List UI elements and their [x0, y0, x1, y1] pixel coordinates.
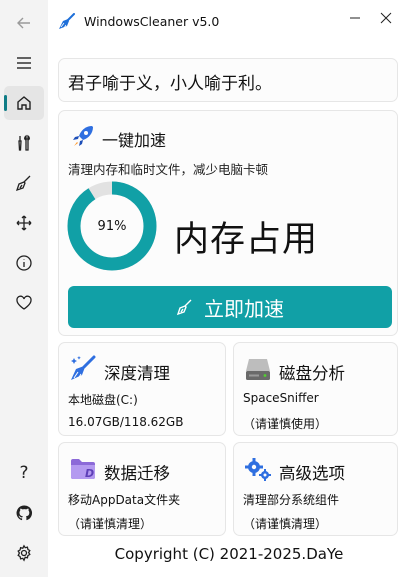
back-button[interactable] [4, 6, 44, 40]
app-title: WindowsCleaner v5.0 [84, 14, 220, 29]
disk-analysis-warning: （请谨慎使用） [243, 417, 328, 431]
deep-clean-title: 深度清理 [104, 364, 170, 383]
data-migration-title: 数据迁移 [104, 464, 170, 483]
settings-gear-icon [17, 544, 31, 562]
minimize-icon [350, 17, 360, 19]
memory-percent: 91% [97, 218, 127, 234]
move-arrows-icon [16, 215, 32, 231]
hamburger-menu-icon [17, 57, 31, 69]
data-migration-card[interactable]: D 数据迁移 移动AppData文件夹 （请谨慎清理） [58, 442, 226, 536]
app-logo-icon [59, 13, 75, 29]
nav-move[interactable] [4, 206, 44, 240]
deep-clean-drive: 本地磁盘(C:) [68, 393, 138, 407]
heart-icon [16, 295, 32, 310]
svg-text:D: D [85, 467, 94, 480]
nav-clean[interactable] [4, 166, 44, 200]
boost-title: 一键加速 [102, 131, 167, 150]
menu-toggle-button[interactable] [4, 46, 44, 80]
advanced-options-desc: 清理部分系统组件 [243, 493, 340, 507]
broom-icon [15, 175, 31, 192]
nav-tools[interactable] [4, 126, 44, 160]
advanced-options-title: 高级选项 [279, 464, 345, 483]
advanced-options-warning: （请谨慎清理） [243, 517, 328, 531]
boost-now-label: 立即加速 [204, 296, 284, 321]
quote-text: 君子喻于义，小人喻于利。 [68, 74, 272, 94]
rocket-icon [73, 126, 93, 146]
nav-info[interactable] [4, 246, 44, 280]
quote-card: 君子喻于义，小人喻于利。 [58, 58, 398, 102]
title-bar: WindowsCleaner v5.0 [48, 0, 410, 44]
nav-settings[interactable] [4, 536, 44, 570]
gears-icon [245, 458, 271, 481]
boost-now-button[interactable]: 立即加速 [68, 286, 392, 328]
data-migration-desc: 移动AppData文件夹 [68, 493, 181, 507]
github-icon [16, 505, 33, 521]
close-button[interactable] [371, 6, 401, 30]
sidebar: ? [0, 0, 48, 577]
help-icon: ? [19, 463, 29, 483]
deep-clean-broom-icon [71, 355, 96, 380]
disk-analysis-title: 磁盘分析 [279, 364, 345, 383]
disk-analysis-card[interactable]: 磁盘分析 SpaceSniffer （请谨慎使用） [233, 342, 398, 436]
nav-help[interactable]: ? [4, 456, 44, 490]
nav-favorite[interactable] [4, 286, 44, 320]
advanced-options-card[interactable]: 高级选项 清理部分系统组件 （请谨慎清理） [233, 442, 398, 536]
disk-analysis-tool: SpaceSniffer [243, 391, 319, 405]
info-icon [16, 255, 32, 271]
close-icon [380, 12, 392, 24]
tools-icon [18, 134, 30, 151]
boost-card: 一键加速 清理内存和临时文件，减少电脑卡顿 91% 内存占用 立即加速 [58, 110, 398, 336]
folder-d-icon: D [71, 459, 95, 480]
hard-drive-icon [246, 359, 270, 380]
minimize-button[interactable] [340, 6, 370, 30]
copyright-footer: Copyright (C) 2021-2025.DaYe [114, 545, 344, 563]
nav-home[interactable] [4, 86, 44, 120]
data-migration-warning: （请谨慎清理） [68, 517, 153, 531]
back-arrow-icon [17, 17, 30, 29]
boost-description: 清理内存和临时文件，减少电脑卡顿 [68, 162, 269, 177]
deep-clean-usage: 16.07GB/118.62GB [68, 415, 184, 429]
nav-github[interactable] [4, 496, 44, 530]
deep-clean-card[interactable]: 深度清理 本地磁盘(C:) 16.07GB/118.62GB [58, 342, 226, 436]
memory-usage-label: 内存占用 [174, 220, 319, 260]
broom-icon [176, 299, 192, 316]
home-icon [17, 96, 31, 110]
